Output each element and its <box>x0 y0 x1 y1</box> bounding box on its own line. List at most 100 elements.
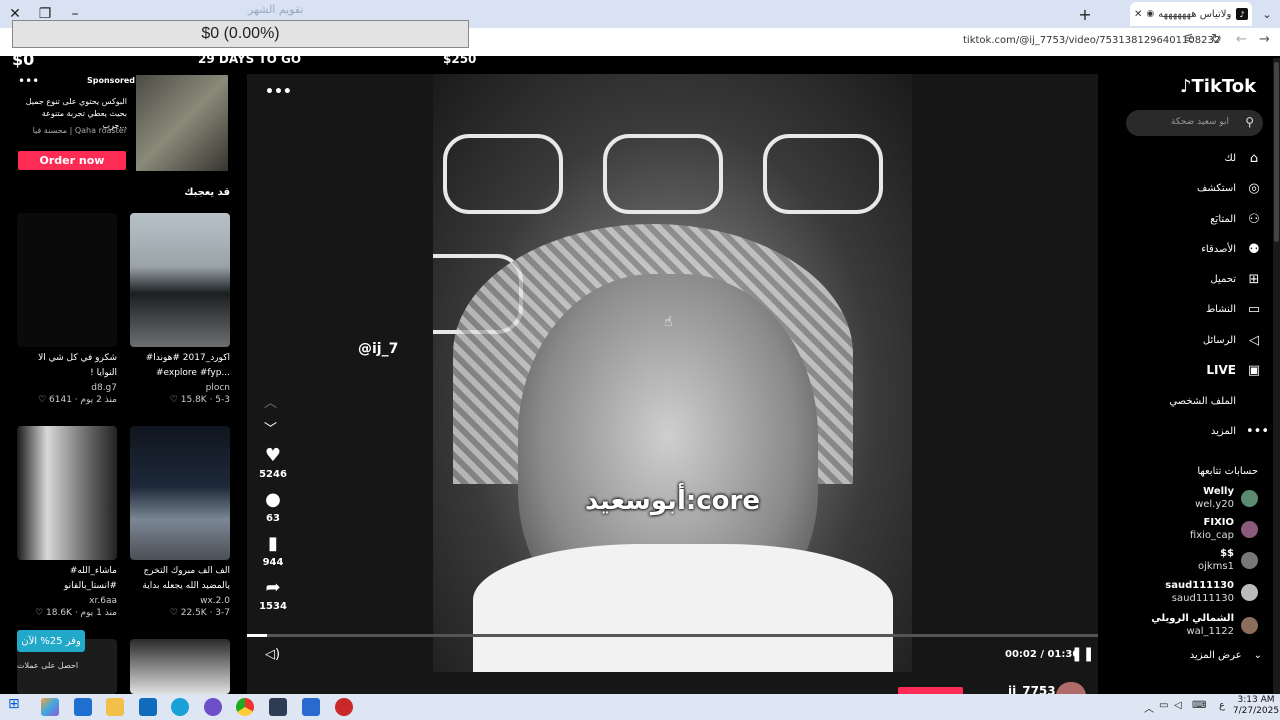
video-thumbnail[interactable] <box>130 213 230 347</box>
player-more-icon[interactable]: ••• <box>265 84 292 100</box>
avatar[interactable] <box>1241 617 1258 634</box>
outlook-icon[interactable] <box>139 698 157 716</box>
order-now-button[interactable]: Order now <box>18 151 126 170</box>
share-icon[interactable]: ➦ <box>258 578 288 598</box>
new-tab-icon[interactable]: + <box>1070 0 1100 28</box>
avatar[interactable] <box>1241 584 1258 601</box>
video-card[interactable]: شكرو في كل شي الا النوايا ! #الشعب_الصين… <box>17 213 117 405</box>
sidebar-item-friends[interactable]: الأصدقاء ⚉ <box>1130 239 1262 259</box>
video-caption[interactable]: #ماشاء_الله #انستا_بالفانو <box>17 564 117 594</box>
pause-icon[interactable]: ❚❚ <box>1071 646 1094 662</box>
video-caption[interactable]: #اكورد_2017 #هوندا #explore #fyp... <box>130 351 230 381</box>
sidebar-item-live[interactable]: LIVE ▣ <box>1130 360 1262 380</box>
background-light-decor <box>763 134 883 214</box>
followed-account[interactable]: الشمالي الرويلي wal_1122 <box>1140 613 1262 641</box>
video-caption[interactable]: الف الف مبروك التخرج يالمضيد الله يجعله … <box>130 564 230 594</box>
page-scrollbar[interactable] <box>1273 58 1280 694</box>
speaker-icon[interactable]: ◁ <box>1174 700 1182 711</box>
shield-app-icon[interactable] <box>302 698 320 716</box>
sidebar-item-home[interactable]: لك ⌂ <box>1130 148 1262 168</box>
video-time: 00:02 / 01:30 <box>1005 649 1080 660</box>
video-meta: ♡ 18.6K · منذ 1 يوم <box>17 608 117 618</box>
previous-video-icon[interactable]: ︿ <box>264 392 277 411</box>
video-card[interactable]: #ماشاء_الله #انستا_بالفانو xr.6aa ♡ 18.6… <box>17 426 117 618</box>
video-author[interactable]: wx.2.0 <box>130 596 230 606</box>
copilot-icon[interactable] <box>41 698 59 716</box>
video-thumbnail[interactable] <box>130 639 230 694</box>
forward-icon[interactable]: ← <box>1236 32 1247 47</box>
taskbar-clock[interactable]: 3:13 AM 7/27/2025 <box>1231 695 1280 717</box>
tab-audio-icon[interactable]: ◉ <box>1146 9 1154 19</box>
video-progress-bar[interactable] <box>247 634 1098 637</box>
edge-icon[interactable] <box>171 698 189 716</box>
video-author[interactable]: d8.g7 <box>17 383 117 393</box>
scrollbar-thumb[interactable] <box>1274 62 1279 242</box>
obs-icon[interactable] <box>269 698 287 716</box>
volume-icon[interactable]: ◁) <box>265 647 280 662</box>
avatar[interactable] <box>1241 490 1258 507</box>
video-card[interactable]: الف الف مبروك التخرج يالمضيد الله يجعله … <box>130 426 230 618</box>
reload-icon[interactable]: ↻ <box>1211 32 1222 47</box>
promo-badge[interactable]: وفر 25% الآن <box>17 630 85 652</box>
browser-tab[interactable]: ✕ ◉ لاتحزن ولاتيأس هههههههه ♪ <box>1130 2 1252 26</box>
sidebar-item-activity[interactable]: النشاط ▭ <box>1130 299 1262 319</box>
like-count: 5246 <box>259 469 287 480</box>
site-settings-icon[interactable]: ⚟ <box>1183 32 1195 47</box>
bookmark-icon[interactable]: ▮ <box>258 534 288 554</box>
store-icon[interactable] <box>74 698 92 716</box>
video-thumbnail[interactable] <box>17 213 117 347</box>
search-input[interactable]: ابو سعيد ضحكة ⚲ <box>1126 110 1263 136</box>
tab-close-icon[interactable]: ✕ <box>1134 9 1142 20</box>
sidebar-item-more[interactable]: المزيد ••• <box>1130 421 1269 441</box>
heart-icon: ♡ <box>35 608 47 618</box>
video-frame[interactable] <box>433 74 912 672</box>
tab-list-chevron-icon[interactable]: ⌄ <box>1252 0 1280 28</box>
network-icon[interactable]: ▭ <box>1159 700 1168 711</box>
chrome-icon[interactable] <box>236 698 254 716</box>
followed-account[interactable]: $$ ojkms1 <box>1140 548 1262 576</box>
like-action[interactable]: ♥ 5246 <box>258 446 288 481</box>
avatar[interactable] <box>1241 552 1258 569</box>
like-heart-icon[interactable]: ♥ <box>258 446 288 466</box>
followed-account[interactable]: FIXIO fixio_cap <box>1140 517 1262 545</box>
video-caption[interactable]: شكرو في كل شي الا النوايا ! #الشعب_الصين… <box>17 351 117 381</box>
sidebar-item-compass[interactable]: استكشف ◎ <box>1130 178 1262 198</box>
video-author[interactable]: plocn <box>130 383 230 393</box>
sidebar-item-following[interactable]: المتابَع ⚇ <box>1130 209 1262 229</box>
sidebar-item-messages[interactable]: الرسائل ◁ <box>1130 330 1262 350</box>
discord-icon[interactable] <box>204 698 222 716</box>
video-thumbnail[interactable] <box>130 426 230 560</box>
start-windows-icon[interactable]: ⊞ <box>8 696 26 714</box>
back-icon[interactable]: → <box>1259 32 1270 47</box>
video-thumbnail[interactable] <box>17 426 117 560</box>
followed-account[interactable]: saud111130 saud111130 <box>1140 580 1262 608</box>
account-handle: fixio_cap <box>1189 530 1234 541</box>
next-video-icon[interactable]: ﹀ <box>264 418 277 437</box>
share-action[interactable]: ➦ 1534 <box>258 578 288 613</box>
record-app-icon[interactable] <box>335 698 353 716</box>
ad-thumbnail[interactable] <box>136 75 228 171</box>
save-action[interactable]: ▮ 944 <box>258 534 288 569</box>
video-progress-fill <box>247 634 267 637</box>
video-card[interactable]: #اكورد_2017 #هوندا #explore #fyp... ploc… <box>130 213 230 405</box>
tray-chevron-up-icon[interactable]: ︿ <box>1144 700 1154 715</box>
file-explorer-icon[interactable] <box>106 698 124 716</box>
video-author[interactable]: xr.6aa <box>17 596 117 606</box>
comment-action[interactable]: ● 63 <box>258 490 288 525</box>
video-card[interactable] <box>130 639 230 694</box>
tiktok-note-icon: ♪ <box>1180 76 1192 97</box>
followed-account[interactable]: Welly wel.y20 <box>1140 486 1262 514</box>
sidebar-item-upload[interactable]: تحميل ⊞ <box>1130 269 1262 289</box>
keyboard-icon[interactable]: ⌨ <box>1192 700 1206 711</box>
sidebar-item-profile[interactable]: الملف الشخصي <box>1130 391 1262 411</box>
search-icon[interactable]: ⚲ <box>1245 115 1254 129</box>
video-meta: ♡ 22.5K · 3-7 <box>130 608 230 618</box>
see-more-button[interactable]: عرض المزيد ⌄ <box>1140 650 1262 661</box>
url-field[interactable]: tiktok.com/@ij_7753/video/75313812964011… <box>963 35 1220 46</box>
tiktok-logo[interactable]: ♪TikTok <box>1180 76 1256 97</box>
overlay-days-to-go: 29 DAYS TO GO <box>198 52 302 66</box>
avatar[interactable] <box>1241 521 1258 538</box>
ad-more-icon[interactable]: ••• <box>18 74 39 88</box>
input-language[interactable]: ع <box>1219 700 1225 711</box>
comment-icon[interactable]: ● <box>258 490 288 510</box>
